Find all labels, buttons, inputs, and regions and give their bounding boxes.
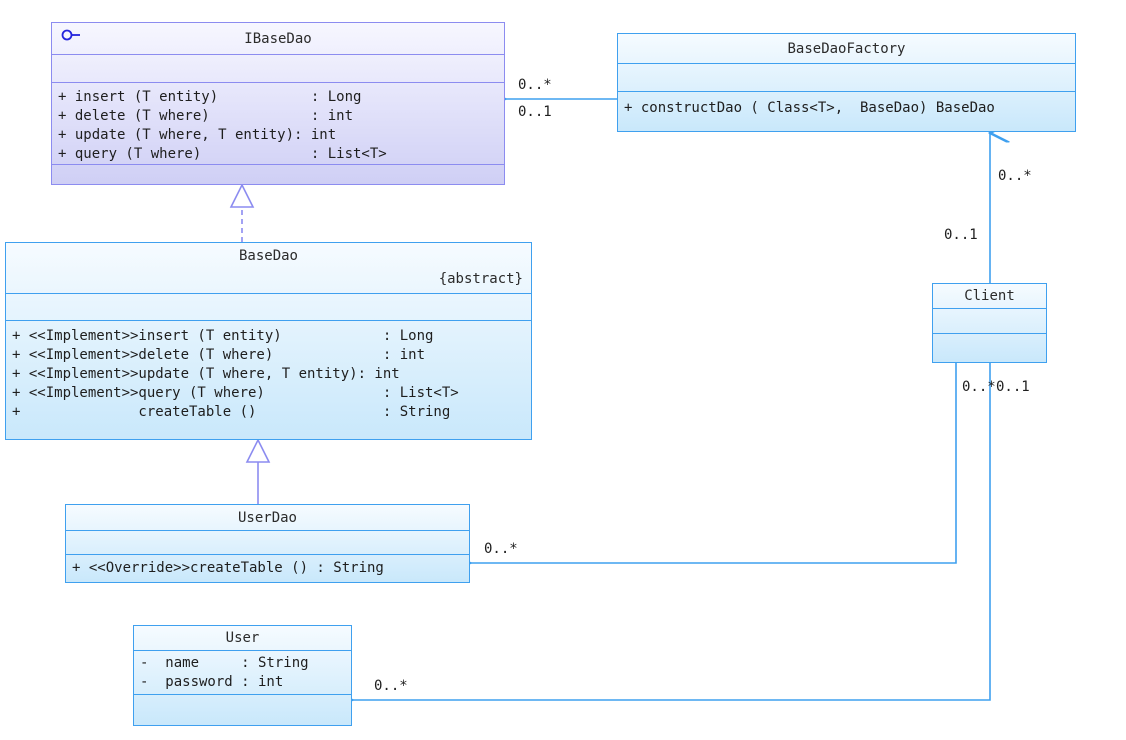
basedaofactory-methods-compartment: + constructDao ( Class<T>, BaseDao) Base… xyxy=(618,92,1075,118)
basedaofactory-title-compartment: BaseDaoFactory xyxy=(618,34,1075,64)
userdao-methods-compartment: + <<Override>>createTable () : String xyxy=(66,555,469,578)
client-name: Client xyxy=(964,288,1015,304)
userdao-name: UserDao xyxy=(237,510,297,526)
basedao-name: BaseDao xyxy=(238,248,298,264)
multiplicity-factory-source: 0..* xyxy=(518,77,552,93)
ibasedao-name: IBaseDao xyxy=(244,31,312,47)
user-title-compartment: User xyxy=(134,626,351,651)
class-box-basedaofactory[interactable]: BaseDaoFactory + constructDao ( Class<T>… xyxy=(617,33,1076,132)
interface-lollipop-icon xyxy=(61,29,80,41)
ibasedao-title-compartment: IBaseDao xyxy=(52,23,504,55)
basedao-method: + <<Implement>>delete (T where) : int xyxy=(12,347,426,363)
class-box-userdao[interactable]: UserDao + <<Override>>createTable () : S… xyxy=(65,504,470,583)
ibasedao-method: + delete (T where) : int xyxy=(58,108,354,124)
basedao-method: + createTable () : String xyxy=(12,404,451,420)
basedaofactory-attributes-compartment xyxy=(618,64,1075,92)
edge-client-to-userdao xyxy=(470,363,957,563)
basedao-methods-compartment: + <<Implement>>insert (T entity) : Long … xyxy=(6,321,531,422)
multiplicity-client-factory-bottom: 0..1 xyxy=(944,227,978,243)
class-box-ibasedao[interactable]: IBaseDao + insert (T entity) : Long + de… xyxy=(51,22,505,185)
user-attributes-compartment: - name : String - password : int xyxy=(134,651,351,695)
multiplicity-user-arrow: 0..* xyxy=(374,678,408,694)
ibasedao-method: + update (T where, T entity): int xyxy=(58,127,337,143)
class-box-user[interactable]: User - name : String - password : int xyxy=(133,625,352,726)
basedao-method: + <<Implement>>insert (T entity) : Long xyxy=(12,328,434,344)
multiplicity-client-factory-top: 0..* xyxy=(998,168,1032,184)
ibasedao-attributes-compartment xyxy=(52,55,504,83)
userdao-method: + <<Override>>createTable () : String xyxy=(72,560,384,576)
user-attribute: - password : int xyxy=(140,674,284,690)
class-box-basedao[interactable]: BaseDao {abstract} + <<Implement>>insert… xyxy=(5,242,532,440)
multiplicity-factory-target: 0..1 xyxy=(518,104,552,120)
user-name: User xyxy=(225,630,260,646)
basedao-attributes-compartment xyxy=(6,294,531,321)
basedaofactory-method: + constructDao ( Class<T>, BaseDao) Base… xyxy=(624,100,995,116)
ibasedao-methods-compartment: + insert (T entity) : Long + delete (T w… xyxy=(52,83,504,165)
user-attribute: - name : String xyxy=(140,655,309,671)
basedaofactory-name: BaseDaoFactory xyxy=(787,41,906,57)
basedao-title-compartment: BaseDao {abstract} xyxy=(6,243,531,294)
client-attributes-compartment xyxy=(933,309,1046,334)
basedao-method: + <<Implement>>query (T where) : List<T> xyxy=(12,385,459,401)
multiplicity-client-userdao-near: 0..* xyxy=(962,379,996,395)
edge-basedao-realizes-ibasedao xyxy=(229,183,255,242)
ibasedao-method: + insert (T entity) : Long xyxy=(58,89,362,105)
ibasedao-method: + query (T where) : List<T> xyxy=(58,146,387,162)
basedao-method: + <<Implement>>update (T where, T entity… xyxy=(12,366,400,382)
class-box-client[interactable]: Client xyxy=(932,283,1047,363)
edge-userdao-extends-basedao xyxy=(245,438,271,504)
client-title-compartment: Client xyxy=(933,284,1046,309)
multiplicity-client-user-near: 0..1 xyxy=(996,379,1030,395)
multiplicity-userdao-arrow: 0..* xyxy=(484,541,518,557)
uml-class-diagram-canvas: IBaseDao (directed association, arrow in… xyxy=(0,0,1126,740)
basedao-abstract-tag: {abstract} xyxy=(438,271,523,287)
userdao-attributes-compartment xyxy=(66,531,469,555)
userdao-title-compartment: UserDao xyxy=(66,505,469,531)
